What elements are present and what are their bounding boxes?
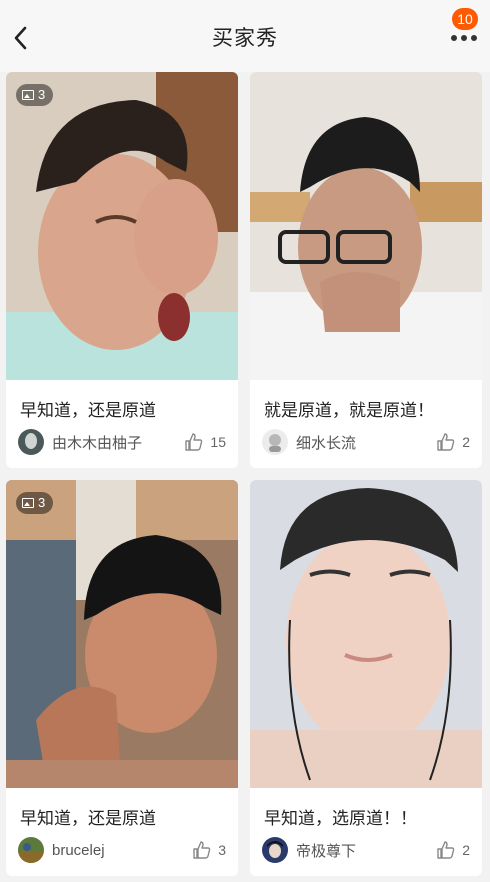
review-card[interactable]: 3 早知道，还是原道 brucelej 3 bbox=[6, 480, 238, 876]
picture-icon bbox=[22, 90, 34, 100]
author-name: 由木木由柚子 bbox=[52, 434, 143, 452]
author-info[interactable]: brucelej bbox=[18, 837, 105, 863]
author-name: 帝极尊下 bbox=[296, 842, 357, 860]
author-info[interactable]: 由木木由柚子 bbox=[18, 429, 142, 455]
more-button[interactable] bbox=[446, 28, 482, 48]
like-button[interactable]: 3 bbox=[192, 839, 226, 861]
review-photo[interactable] bbox=[250, 72, 482, 380]
thumbs-up-icon bbox=[437, 433, 455, 451]
image-count-badge: 3 bbox=[16, 492, 54, 514]
thumbs-up-icon bbox=[437, 841, 455, 859]
like-count: 15 bbox=[210, 434, 226, 450]
review-caption: 早知道，还是原道 bbox=[20, 809, 156, 828]
review-caption: 就是原道，就是原道！ bbox=[264, 401, 434, 420]
author-name: brucelej bbox=[52, 841, 105, 859]
page-title: 买家秀 bbox=[212, 27, 278, 50]
more-dots-icon bbox=[451, 35, 477, 41]
like-count: 3 bbox=[218, 842, 226, 858]
like-count: 2 bbox=[462, 842, 470, 858]
review-card[interactable]: 早知道，选原道！！ 帝极尊下 2 bbox=[250, 480, 482, 876]
notification-badge: 10 bbox=[452, 8, 478, 30]
avatar[interactable] bbox=[18, 837, 44, 863]
avatar[interactable] bbox=[262, 837, 288, 863]
review-card[interactable]: 就是原道，就是原道！ 细水长流 2 bbox=[250, 72, 482, 468]
review-photo[interactable]: 3 bbox=[6, 480, 238, 788]
like-button[interactable]: 15 bbox=[184, 431, 226, 453]
author-info[interactable]: 细水长流 bbox=[262, 429, 356, 455]
top-nav-bar: 买家秀 10 bbox=[0, 0, 490, 72]
review-caption: 早知道，还是原道 bbox=[20, 401, 156, 420]
image-count-badge: 3 bbox=[16, 84, 54, 106]
author-name: 细水长流 bbox=[296, 434, 357, 452]
review-card[interactable]: 3 早知道，还是原道 由木木由柚子 15 bbox=[6, 72, 238, 468]
avatar[interactable] bbox=[262, 429, 288, 455]
like-button[interactable]: 2 bbox=[436, 431, 470, 453]
avatar[interactable] bbox=[18, 429, 44, 455]
review-photo[interactable] bbox=[250, 480, 482, 788]
thumbs-up-icon bbox=[193, 841, 211, 859]
review-caption: 早知道，选原道！！ bbox=[264, 809, 417, 828]
author-info[interactable]: 帝极尊下 bbox=[262, 837, 356, 863]
thumbs-up-icon bbox=[185, 433, 203, 451]
review-photo[interactable]: 3 bbox=[6, 72, 238, 380]
like-button[interactable]: 2 bbox=[436, 839, 470, 861]
like-count: 2 bbox=[462, 434, 470, 450]
picture-icon bbox=[22, 498, 34, 508]
